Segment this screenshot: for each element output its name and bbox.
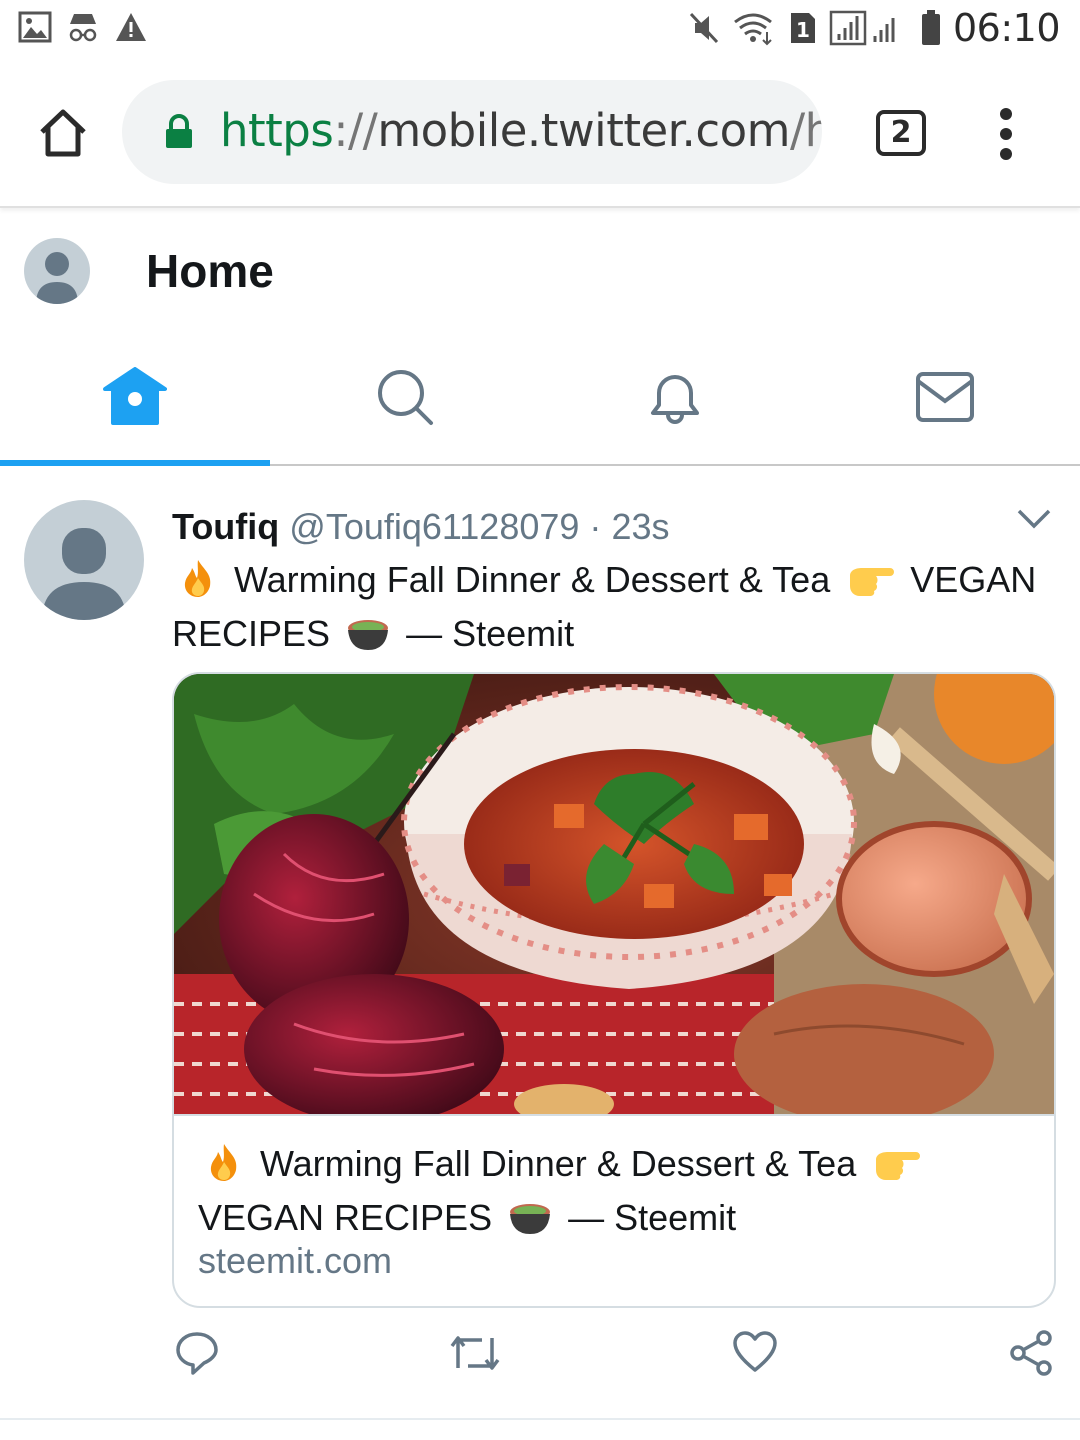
wifi-icon xyxy=(733,10,777,46)
card-title-part1: Warming Fall Dinner & Dessert & Tea xyxy=(260,1143,857,1184)
card-title-part2: VEGAN RECIPES xyxy=(198,1197,493,1238)
url-scheme: https xyxy=(220,104,334,157)
browser-toolbar: https://mobile.twitter.com/h 2 xyxy=(0,58,1080,208)
tweet-header: Toufiq @Toufiq61128079 · 23s xyxy=(172,506,669,548)
retweet-button[interactable] xyxy=(448,1330,502,1381)
chevron-down-icon xyxy=(1017,509,1051,529)
sim-icon: 1 xyxy=(789,11,817,45)
author-handle[interactable]: @Toufiq61128079 xyxy=(289,506,579,547)
tab-messages[interactable] xyxy=(810,330,1080,464)
tweet-menu-button[interactable] xyxy=(1016,508,1052,535)
link-preview-card[interactable]: Warming Fall Dinner & Dessert & Tea VEGA… xyxy=(172,672,1056,1308)
url-separator: :// xyxy=(333,104,378,157)
share-icon xyxy=(1010,1330,1052,1376)
tab-notifications[interactable] xyxy=(540,330,810,464)
fire-emoji-icon xyxy=(204,1142,244,1194)
reply-button[interactable] xyxy=(174,1330,220,1381)
battery-icon xyxy=(921,10,941,46)
home-outline-icon xyxy=(40,109,86,157)
tweet-timestamp[interactable]: 23s xyxy=(611,506,669,547)
status-bar: 1 06:10 xyxy=(0,0,1080,58)
tweet-actions xyxy=(172,1330,1052,1390)
default-avatar-icon xyxy=(42,528,126,620)
fire-emoji-icon xyxy=(178,558,218,610)
tab-switcher-button[interactable]: 2 xyxy=(876,110,926,156)
url-host: mobile.twitter.com xyxy=(377,104,790,157)
card-domain: steemit.com xyxy=(198,1240,393,1281)
bell-icon xyxy=(651,375,699,424)
overflow-menu-button[interactable] xyxy=(996,108,1016,160)
url-text: https://mobile.twitter.com/h xyxy=(220,104,822,157)
warning-icon xyxy=(114,11,148,43)
tab-search[interactable] xyxy=(270,330,540,464)
search-icon xyxy=(378,370,433,425)
tweet-text-part3: — Steemit xyxy=(406,613,575,654)
retweet-icon xyxy=(450,1336,500,1370)
tweet[interactable]: Toufiq @Toufiq61128079 · 23s Warming Fal… xyxy=(0,468,1080,1420)
card-title-part3: — Steemit xyxy=(568,1197,737,1238)
reply-icon xyxy=(176,1332,218,1375)
mute-icon xyxy=(687,10,721,46)
twitter-nav xyxy=(0,330,1080,466)
signal-icon xyxy=(829,10,909,46)
clock: 06:10 xyxy=(952,6,1061,50)
pointing-hand-emoji-icon xyxy=(872,1146,921,1194)
heart-icon xyxy=(733,1331,777,1372)
author-name[interactable]: Toufiq xyxy=(172,506,279,547)
card-body: Warming Fall Dinner & Dessert & Tea VEGA… xyxy=(174,1114,1054,1306)
stew-bowl-emoji-icon xyxy=(508,1198,552,1248)
envelope-icon xyxy=(916,372,974,422)
meta-separator: · xyxy=(589,506,602,547)
twitter-header: Home xyxy=(0,210,1080,330)
home-filled-icon xyxy=(103,367,167,425)
pointing-hand-emoji-icon xyxy=(846,562,895,610)
card-image xyxy=(174,674,1054,1124)
share-button[interactable] xyxy=(1008,1330,1054,1381)
browser-home-button[interactable] xyxy=(34,104,92,162)
tweet-text-part1: Warming Fall Dinner & Dessert & Tea xyxy=(234,559,831,600)
incognito-icon xyxy=(66,10,100,44)
url-path: /h xyxy=(789,104,822,157)
default-avatar-icon xyxy=(36,252,78,304)
lock-icon xyxy=(164,114,194,155)
url-bar[interactable]: https://mobile.twitter.com/h xyxy=(122,80,822,184)
image-icon xyxy=(18,11,52,43)
like-button[interactable] xyxy=(732,1330,778,1379)
tweet-author-avatar[interactable] xyxy=(24,500,144,620)
svg-text:1: 1 xyxy=(796,18,810,42)
page-title: Home xyxy=(146,245,274,297)
tweet-text: Warming Fall Dinner & Dessert & Tea VEGA… xyxy=(172,556,1052,664)
profile-avatar[interactable] xyxy=(24,238,90,304)
stew-bowl-emoji-icon xyxy=(346,614,390,664)
card-title: Warming Fall Dinner & Dessert & Tea VEGA… xyxy=(198,1140,1028,1248)
tab-home[interactable] xyxy=(0,330,270,466)
vegan-stew-photo xyxy=(174,674,1054,1124)
